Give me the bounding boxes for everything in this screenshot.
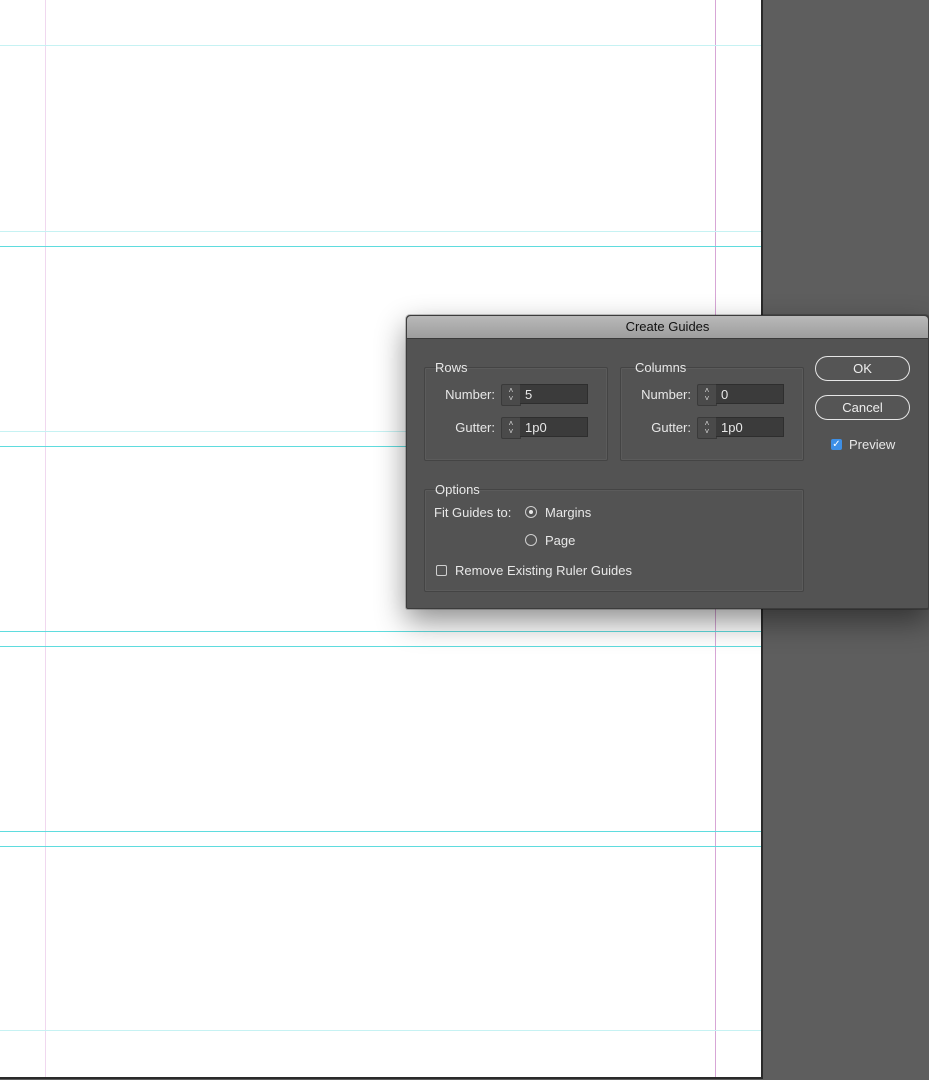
remove-existing-guides-checkbox[interactable] — [436, 565, 447, 576]
fit-guides-label: Fit Guides to: — [434, 505, 512, 520]
row-guide — [0, 831, 761, 832]
rows-number-stepper[interactable]: ˄ ˅ — [501, 384, 521, 406]
rows-gutter-input[interactable]: 1p0 — [520, 417, 588, 437]
stepper-down-icon: ˅ — [508, 394, 514, 403]
dialog-title[interactable]: Create Guides — [407, 316, 928, 339]
columns-gutter-stepper[interactable]: ˄ ˅ — [697, 417, 717, 439]
row-guide — [0, 846, 761, 847]
checkmark-icon: ✓ — [832, 439, 841, 450]
rows-number-label: Number: — [445, 387, 495, 402]
fit-margins-label[interactable]: Margins — [545, 505, 591, 520]
columns-number-stepper[interactable]: ˄ ˅ — [697, 384, 717, 406]
cancel-button[interactable]: Cancel — [815, 395, 910, 420]
rows-number-input[interactable]: 5 — [520, 384, 588, 404]
stepper-down-icon: ˅ — [704, 394, 710, 403]
rows-gutter-label: Gutter: — [455, 420, 495, 435]
rows-group: Rows Number: ˄ ˅ 5 Gutter: ˄ ˅ 1p0 — [424, 360, 608, 461]
rows-title: Rows — [435, 360, 468, 375]
row-guide — [0, 631, 761, 632]
fit-page-radio[interactable] — [525, 534, 537, 546]
options-title: Options — [435, 482, 480, 497]
row-guide — [0, 646, 761, 647]
columns-title: Columns — [635, 360, 687, 375]
row-guide — [0, 1030, 761, 1031]
fit-page-label[interactable]: Page — [545, 533, 575, 548]
columns-gutter-label: Gutter: — [651, 420, 691, 435]
columns-gutter-input[interactable]: 1p0 — [716, 417, 784, 437]
remove-existing-guides-label[interactable]: Remove Existing Ruler Guides — [455, 563, 632, 578]
row-guide — [0, 246, 761, 247]
rows-gutter-stepper[interactable]: ˄ ˅ — [501, 417, 521, 439]
row-guide — [0, 45, 761, 46]
ok-button[interactable]: OK — [815, 356, 910, 381]
preview-label[interactable]: Preview — [849, 437, 895, 452]
fit-margins-radio[interactable] — [525, 506, 537, 518]
left-margin-guide — [45, 0, 46, 1077]
create-guides-dialog: Create Guides Rows Number: ˄ ˅ 5 Gutter:… — [406, 315, 929, 609]
preview-checkbox[interactable]: ✓ — [831, 439, 842, 450]
stepper-down-icon: ˅ — [704, 427, 710, 436]
row-guide — [0, 231, 761, 232]
columns-number-label: Number: — [641, 387, 691, 402]
columns-number-input[interactable]: 0 — [716, 384, 784, 404]
options-group: Options Fit Guides to: Margins Page Remo… — [424, 482, 804, 592]
columns-group: Columns Number: ˄ ˅ 0 Gutter: ˄ ˅ 1p0 — [620, 360, 804, 461]
stepper-down-icon: ˅ — [508, 427, 514, 436]
